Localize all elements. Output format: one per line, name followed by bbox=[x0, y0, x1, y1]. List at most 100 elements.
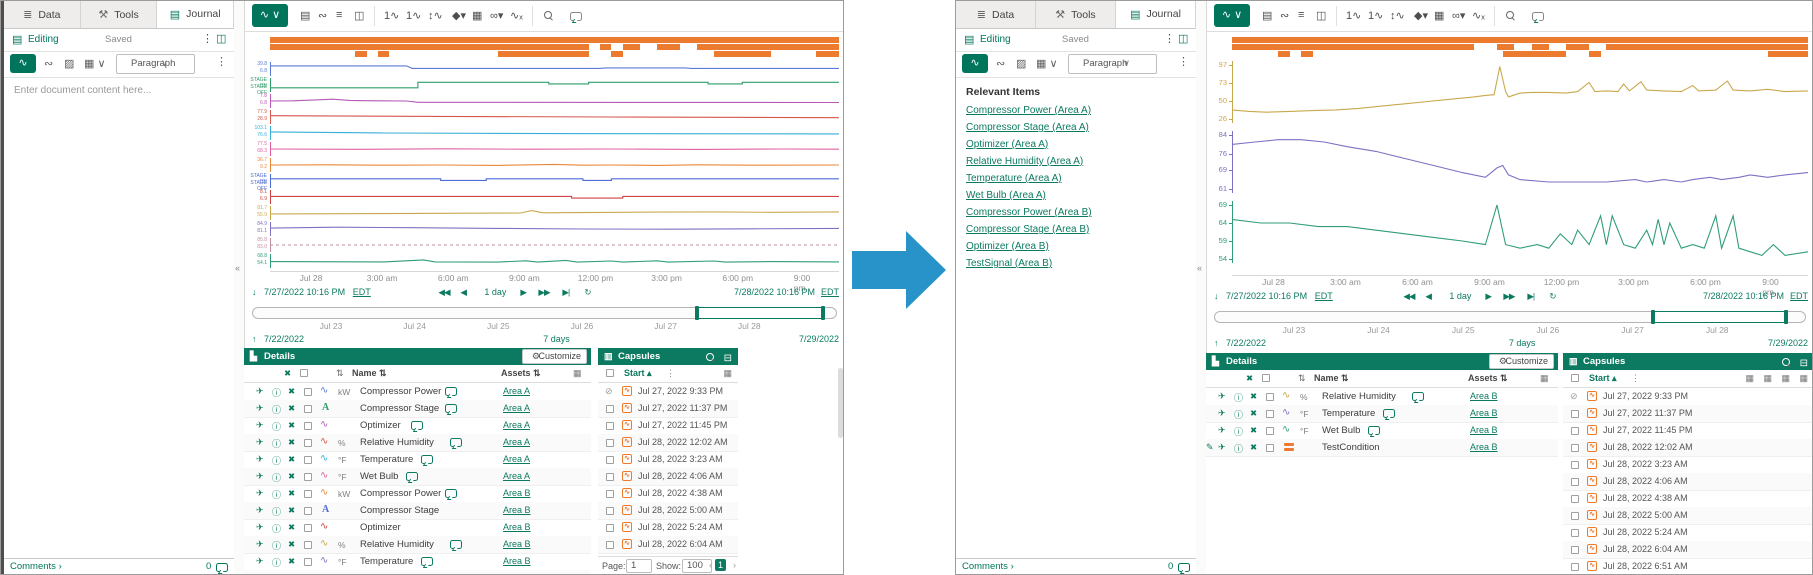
zoom-icon[interactable] bbox=[1506, 11, 1514, 19]
capsule-row[interactable]: ∿Jul 28, 2022 6:04 AM bbox=[1563, 541, 1813, 559]
step-label[interactable]: 1 day bbox=[1449, 291, 1471, 301]
annotate-icon[interactable] bbox=[570, 12, 582, 21]
capsule-checkbox[interactable] bbox=[1571, 410, 1579, 418]
one-axis-icon[interactable]: 1∿ bbox=[406, 9, 421, 22]
navigate-icon[interactable]: ✈ bbox=[1218, 442, 1226, 453]
step-forward-icon[interactable]: ▶▶ bbox=[1503, 291, 1514, 302]
info-icon[interactable]: ⓘ bbox=[272, 471, 281, 484]
row-checkbox[interactable] bbox=[304, 558, 312, 566]
comment-bubble-icon[interactable] bbox=[450, 540, 462, 549]
nudge-forward-icon[interactable]: ▶ bbox=[1485, 291, 1491, 302]
capsule-row[interactable]: ∿Jul 27, 2022 11:45 PM bbox=[598, 417, 738, 435]
details-row[interactable]: ✈ⓘ✖∿%Relative HumidityArea B bbox=[244, 536, 591, 554]
capsule-grid-config-icon[interactable]: ▦ bbox=[723, 368, 732, 379]
expand-panel-icon[interactable]: ◫ bbox=[1178, 32, 1188, 45]
journal-document[interactable]: Relevant ItemsCompressor Power (Area A)C… bbox=[956, 77, 1196, 558]
asset-link[interactable]: Area A bbox=[503, 437, 530, 447]
trend-view-button[interactable]: ∿ ∨ bbox=[1214, 4, 1250, 27]
info-icon[interactable]: ⓘ bbox=[272, 437, 281, 450]
dimming-icon[interactable]: ∞▾ bbox=[490, 9, 503, 22]
capsule-row[interactable]: ∿Jul 28, 2022 3:23 AM bbox=[1563, 456, 1813, 474]
asset-link[interactable]: Area B bbox=[1470, 442, 1498, 452]
info-icon[interactable]: ⓘ bbox=[1234, 391, 1243, 404]
nudge-back-icon[interactable]: ◀ bbox=[460, 287, 466, 298]
capsule-row[interactable]: ∿Jul 27, 2022 11:37 PM bbox=[1563, 405, 1813, 423]
next-page-icon[interactable]: › bbox=[733, 560, 736, 570]
capsule-checkbox[interactable] bbox=[1571, 563, 1579, 571]
details-row[interactable]: ✈ⓘ✖ACompressor StageArea A bbox=[244, 400, 591, 418]
row-checkbox[interactable] bbox=[304, 507, 312, 515]
details-row[interactable]: ✈ⓘ✖∿°FTestSignalArea B bbox=[244, 570, 591, 574]
journal-menu-icon[interactable]: ⋮ bbox=[1164, 32, 1175, 45]
asset-link[interactable]: Area B bbox=[503, 488, 531, 498]
paragraph-style-select[interactable]: Paragraph∨ bbox=[116, 54, 195, 74]
remove-all-icon[interactable]: ✖ bbox=[1246, 373, 1253, 384]
comment-bubble-icon[interactable] bbox=[450, 438, 462, 447]
comment-bubble-icon[interactable] bbox=[406, 472, 418, 481]
remove-icon[interactable]: ✖ bbox=[288, 471, 295, 482]
vertical-scrollbar[interactable] bbox=[838, 368, 843, 438]
asset-link[interactable]: Area A bbox=[503, 454, 530, 464]
capsule-row[interactable]: ∿Jul 28, 2022 5:24 AM bbox=[1563, 524, 1813, 542]
info-icon[interactable]: ⓘ bbox=[1234, 425, 1243, 438]
row-checkbox[interactable] bbox=[304, 541, 312, 549]
assets-column-header[interactable]: Assets ⇅ bbox=[501, 368, 541, 379]
customize-button[interactable]: ⚙ Customize bbox=[1489, 354, 1554, 369]
link-icon[interactable]: ∾ bbox=[1280, 9, 1289, 22]
display-range-end[interactable]: 7/28/2022 10:16 PM bbox=[1703, 291, 1784, 301]
capsule-grid-config-icon[interactable]: ▦ bbox=[1799, 373, 1808, 384]
remove-icon[interactable]: ✖ bbox=[288, 488, 295, 499]
asset-link[interactable]: Area B bbox=[1470, 425, 1498, 435]
nudge-back-icon[interactable]: ◀ bbox=[1425, 291, 1431, 302]
capsules-search-icon[interactable] bbox=[1782, 358, 1790, 366]
remove-icon[interactable]: ✖ bbox=[288, 437, 295, 448]
navigate-icon[interactable]: ✈ bbox=[1218, 391, 1226, 402]
navigate-icon[interactable]: ✈ bbox=[256, 556, 264, 567]
format-more-icon[interactable]: ⋮ bbox=[1178, 55, 1189, 68]
remove-icon[interactable]: ✖ bbox=[288, 573, 295, 574]
comment-bubble-icon[interactable] bbox=[421, 557, 433, 566]
range-duration[interactable]: 7 days bbox=[1509, 338, 1536, 348]
investigate-range-selection[interactable] bbox=[1652, 311, 1788, 323]
annotate-icon[interactable] bbox=[1532, 12, 1544, 21]
column-config-icon[interactable]: ▦ bbox=[1540, 373, 1549, 384]
details-row[interactable]: ✎✈ⓘ✖TestConditionArea B bbox=[1206, 439, 1558, 457]
navigate-icon[interactable]: ✈ bbox=[256, 522, 264, 533]
range-duration[interactable]: 7 days bbox=[543, 334, 570, 344]
remove-icon[interactable]: ✖ bbox=[288, 556, 295, 567]
navigate-icon[interactable]: ✈ bbox=[256, 471, 264, 482]
investigate-range-selection[interactable] bbox=[696, 307, 824, 319]
tab-tools[interactable]: ⚒Tools bbox=[81, 1, 158, 28]
remove-all-icon[interactable]: ✖ bbox=[284, 368, 291, 379]
select-all-checkbox[interactable] bbox=[300, 369, 308, 377]
capsule-row[interactable]: ∿Jul 28, 2022 4:06 AM bbox=[1563, 473, 1813, 491]
asset-link[interactable]: Area A bbox=[503, 420, 530, 430]
go-to-end-icon[interactable]: ▶| bbox=[1527, 291, 1534, 302]
capsule-row[interactable]: ⊘∿Jul 27, 2022 9:33 PM bbox=[1563, 388, 1813, 406]
timezone-link-end[interactable]: EDT bbox=[821, 287, 839, 297]
capsule-checkbox[interactable] bbox=[606, 473, 614, 481]
capsules-search-icon[interactable] bbox=[706, 353, 714, 361]
relevant-item-link[interactable]: Compressor Stage (Area A) bbox=[966, 122, 1089, 133]
deviation-icon[interactable]: ∿ₓ bbox=[510, 9, 523, 22]
start-column-menu-icon[interactable]: ⋮ bbox=[666, 368, 675, 379]
remove-icon[interactable]: ✖ bbox=[1250, 442, 1257, 453]
remove-icon[interactable]: ✖ bbox=[288, 386, 295, 397]
comment-bubble-icon[interactable] bbox=[1412, 392, 1424, 401]
investigate-range-track[interactable] bbox=[252, 307, 837, 319]
capsules-select-all-checkbox[interactable] bbox=[606, 369, 614, 377]
capsule-row[interactable]: ∿Jul 28, 2022 12:02 AM bbox=[598, 434, 738, 452]
capsule-checkbox[interactable] bbox=[606, 405, 614, 413]
current-page-button[interactable]: 1 bbox=[715, 559, 726, 571]
sort-icon[interactable]: ⇅ bbox=[1298, 373, 1306, 384]
row-checkbox[interactable] bbox=[304, 439, 312, 447]
asset-link[interactable]: Area A bbox=[503, 386, 530, 396]
relevant-item-link[interactable]: Compressor Power (Area A) bbox=[966, 105, 1091, 116]
info-icon[interactable]: ⓘ bbox=[272, 488, 281, 501]
details-row[interactable]: ✈ⓘ✖∿°FTemperatureArea B bbox=[1206, 405, 1558, 423]
asset-link[interactable]: Area B bbox=[503, 505, 531, 515]
step-back-icon[interactable]: ◀◀ bbox=[438, 287, 449, 298]
info-icon[interactable]: ⓘ bbox=[272, 454, 281, 467]
comment-bubble-icon[interactable] bbox=[411, 421, 423, 430]
display-range-start[interactable]: 7/27/2022 10:16 PM bbox=[264, 287, 345, 297]
